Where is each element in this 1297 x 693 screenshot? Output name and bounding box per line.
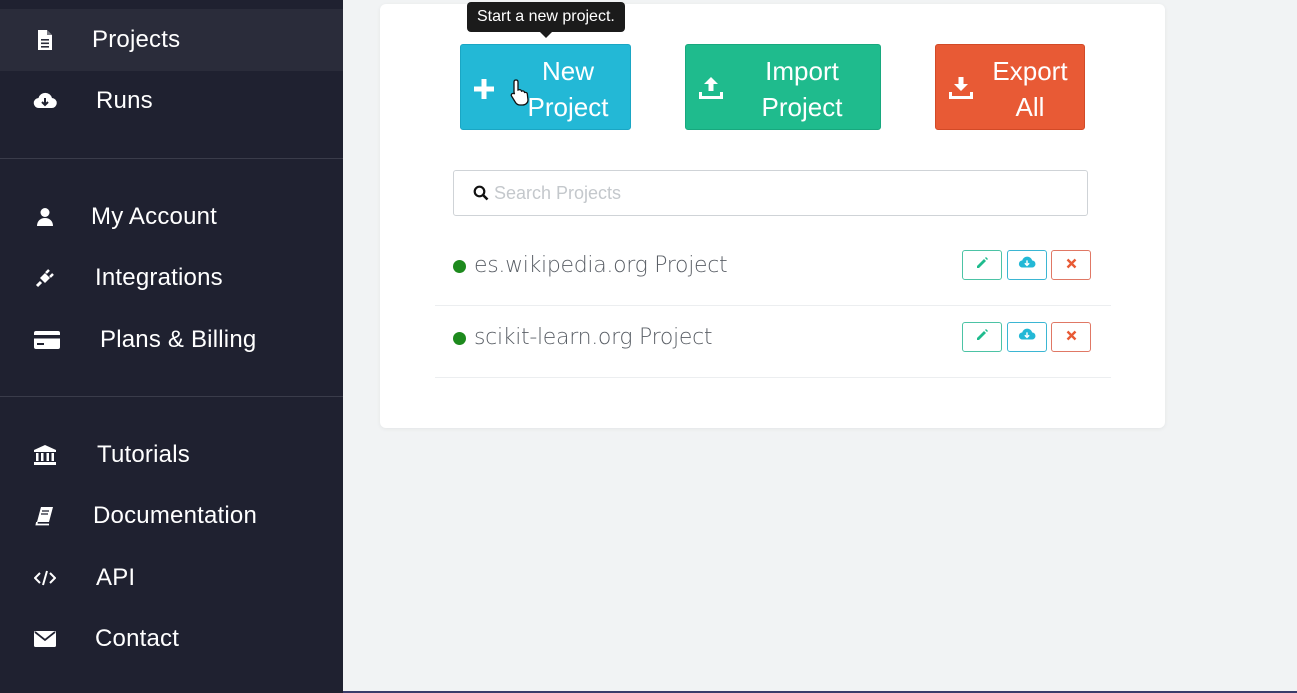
sidebar-item-integrations[interactable]: Integrations	[0, 247, 343, 309]
sidebar-item-label: Runs	[96, 87, 153, 114]
sidebar-item-plans-billing[interactable]: Plans & Billing	[0, 309, 343, 371]
sidebar-item-label: Tutorials	[97, 441, 190, 468]
sidebar-item-projects[interactable]: Projects	[0, 9, 343, 71]
cloud-download-icon	[32, 88, 58, 114]
projects-card: New Project Import Project Export All St…	[380, 2, 1165, 428]
import-project-button[interactable]: Import Project	[685, 44, 881, 130]
status-dot	[453, 332, 466, 345]
search-box	[453, 170, 1088, 216]
sidebar-item-tutorials[interactable]: Tutorials	[0, 424, 343, 486]
sidebar-item-label: My Account	[91, 203, 218, 230]
sidebar-divider	[0, 158, 343, 159]
upload-icon	[698, 73, 726, 101]
search-input[interactable]	[494, 171, 1074, 215]
document-icon	[32, 27, 58, 53]
pencil-icon	[975, 256, 989, 275]
project-name[interactable]: scikit-learn.org Project	[474, 325, 713, 350]
sidebar-item-label: API	[96, 564, 136, 591]
sidebar-item-runs[interactable]: Runs	[0, 70, 343, 132]
sidebar-item-contact[interactable]: Contact	[0, 608, 343, 670]
download-icon	[948, 73, 976, 101]
close-icon	[1066, 256, 1077, 274]
import-project-label-line1: Import	[765, 56, 839, 86]
sidebar-divider	[0, 396, 343, 397]
pencil-icon	[975, 328, 989, 347]
project-row: scikit-learn.org Project	[435, 306, 1111, 378]
import-project-label: Import Project	[744, 53, 860, 125]
book-icon	[32, 503, 58, 529]
sidebar-item-documentation[interactable]: Documentation	[0, 485, 343, 547]
sidebar-item-my-account[interactable]: My Account	[0, 186, 343, 248]
sidebar-item-label: Documentation	[93, 502, 258, 529]
new-project-button[interactable]: New Project	[460, 44, 631, 130]
credit-card-icon	[34, 327, 60, 353]
search-icon	[473, 185, 491, 203]
sidebar-item-label: Contact	[95, 625, 180, 652]
download-project-button[interactable]	[1007, 322, 1047, 352]
sidebar-item-api[interactable]: API	[0, 547, 343, 609]
tooltip-arrow	[540, 32, 552, 38]
import-project-label-line2: Project	[761, 92, 843, 122]
export-all-label-line2: All	[1015, 92, 1045, 122]
sidebar-item-label: Plans & Billing	[100, 326, 257, 353]
code-icon	[32, 565, 58, 591]
institution-icon	[32, 442, 58, 468]
status-dot	[453, 260, 466, 273]
download-project-button[interactable]	[1007, 250, 1047, 280]
plug-icon	[32, 265, 58, 291]
new-project-tooltip: Start a new project.	[467, 2, 625, 32]
edit-project-button[interactable]	[962, 250, 1002, 280]
sidebar-item-label: Integrations	[95, 264, 223, 291]
hand-cursor-icon	[510, 78, 532, 106]
delete-project-button[interactable]	[1051, 322, 1091, 352]
export-all-label-line1: Export	[992, 56, 1068, 86]
cloud-download-icon	[1018, 328, 1036, 346]
export-all-label: Export All	[986, 53, 1074, 125]
project-row: es.wikipedia.org Project	[435, 234, 1111, 306]
delete-project-button[interactable]	[1051, 250, 1091, 280]
user-icon	[32, 204, 58, 230]
sidebar: Projects Runs My Account Integrations Pl…	[0, 0, 343, 693]
plus-icon	[473, 73, 501, 101]
export-all-button[interactable]: Export All	[935, 44, 1085, 130]
close-icon	[1066, 328, 1077, 346]
edit-project-button[interactable]	[962, 322, 1002, 352]
cloud-download-icon	[1018, 256, 1036, 274]
sidebar-item-label: Projects	[92, 26, 181, 53]
envelope-icon	[32, 626, 58, 652]
project-name[interactable]: es.wikipedia.org Project	[474, 253, 728, 278]
